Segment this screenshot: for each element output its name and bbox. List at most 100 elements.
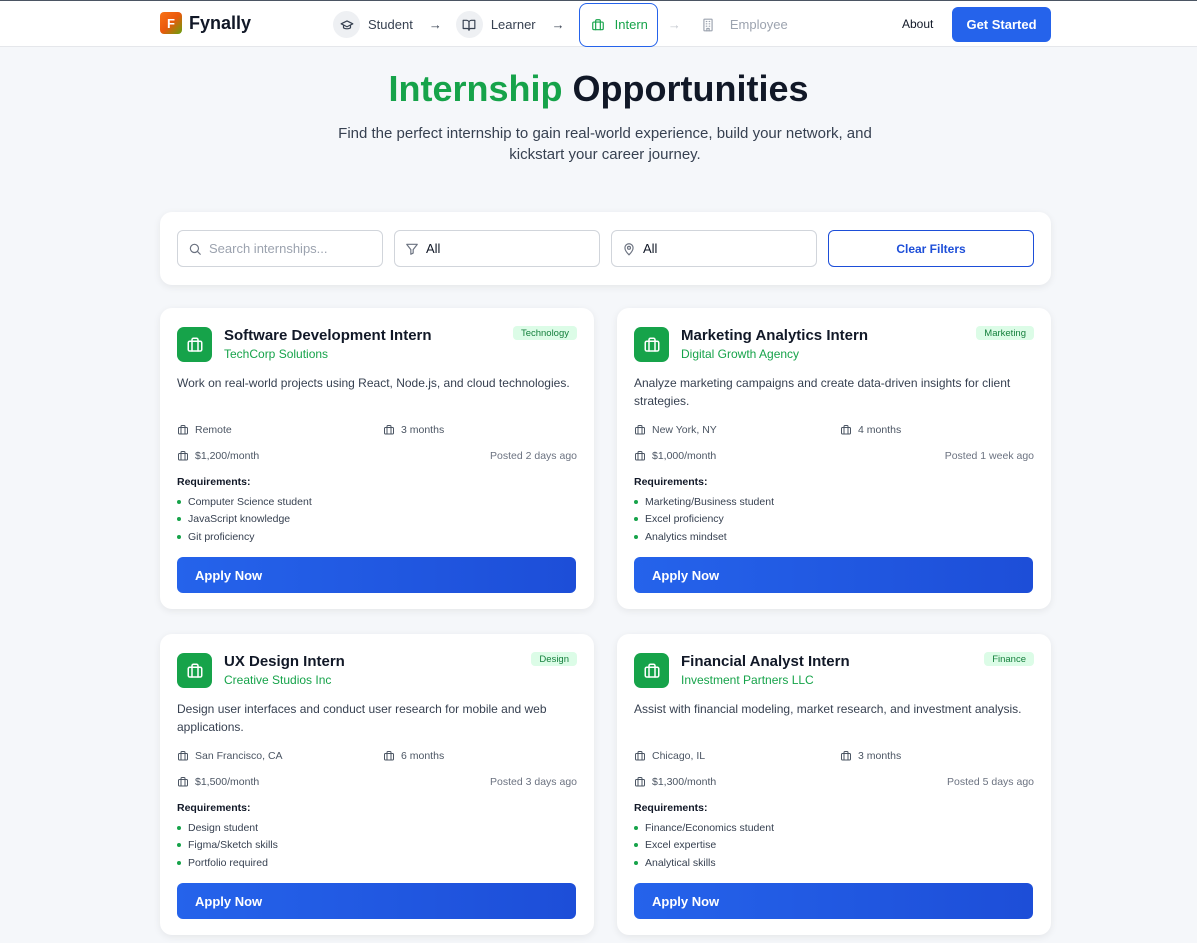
requirements-list: Design student Figma/Sketch skills Portfol… xyxy=(177,819,278,872)
requirement-item: Analytical skills xyxy=(634,854,774,872)
clear-filters-button[interactable]: Clear Filters xyxy=(828,230,1034,267)
duration-info: 4 months xyxy=(840,424,901,436)
graduation-cap-icon xyxy=(333,11,360,38)
company-name: TechCorp Solutions xyxy=(224,347,329,361)
search-placeholder: Search internships... xyxy=(209,241,328,256)
stipend-text: $1,500/month xyxy=(195,776,260,788)
page-title: Internship Opportunities xyxy=(0,68,1197,110)
internship-card: Financial Analyst Intern Investment Part… xyxy=(617,634,1051,935)
brand-logo-mark: F xyxy=(160,12,182,34)
location-info: Chicago, IL xyxy=(634,750,705,762)
page-title-accent: Internship xyxy=(388,68,563,109)
journey-step-label: Employee xyxy=(729,17,788,32)
top-navigation-bar: F Fynally Student → Learner → Intern → E… xyxy=(0,0,1197,47)
requirements-list: Finance/Economics student Excel expertise… xyxy=(634,819,774,872)
brand-name: Fynally xyxy=(189,12,252,33)
briefcase-icon xyxy=(589,11,607,38)
book-open-icon xyxy=(455,11,483,38)
briefcase-icon xyxy=(635,451,645,461)
requirement-item: Git proficiency xyxy=(177,528,312,546)
career-journey-steps: Student → Learner → Intern → Employee xyxy=(333,1,794,48)
briefcase-icon xyxy=(178,451,188,461)
search-input[interactable]: Search internships... xyxy=(177,230,383,267)
stipend-info: $1,000/month xyxy=(634,450,716,462)
requirement-item: Finance/Economics student xyxy=(634,819,774,837)
requirement-item: Design student xyxy=(177,819,278,837)
brand-logo[interactable]: F Fynally xyxy=(160,12,251,34)
posted-date: Posted 5 days ago xyxy=(947,776,1034,788)
about-link[interactable]: About xyxy=(902,17,933,31)
posted-date: Posted 2 days ago xyxy=(490,450,577,462)
journey-step-intern[interactable]: Intern xyxy=(578,2,658,47)
category-filter-select[interactable]: All xyxy=(394,230,600,267)
journey-step-learner[interactable]: Learner xyxy=(455,3,542,47)
requirements-list: Marketing/Business student Excel proficie… xyxy=(634,493,774,546)
posted-date: Posted 3 days ago xyxy=(490,776,577,788)
requirement-item: Computer Science student xyxy=(177,493,312,511)
category-badge: Marketing xyxy=(976,326,1034,340)
arrow-right-icon: → xyxy=(667,17,681,32)
internship-title: Financial Analyst Intern xyxy=(681,653,850,670)
page-subtitle: Find the perfect internship to gain real… xyxy=(338,125,872,163)
stipend-text: $1,000/month xyxy=(652,450,717,462)
location-filter-select[interactable]: All xyxy=(611,230,817,267)
briefcase-icon xyxy=(841,425,851,435)
internship-title: Software Development Intern xyxy=(224,327,432,344)
category-badge: Design xyxy=(531,652,577,666)
duration-text: 4 months xyxy=(858,424,902,436)
filter-panel: Search internships... All All Clear Filt… xyxy=(160,212,1051,285)
requirement-item: Excel expertise xyxy=(634,837,774,855)
apply-now-button[interactable]: Apply Now xyxy=(177,883,576,919)
requirement-item: Excel proficiency xyxy=(634,511,774,529)
duration-info: 3 months xyxy=(840,750,901,762)
journey-step-label: Student xyxy=(368,17,413,32)
location-text: Chicago, IL xyxy=(652,750,706,762)
journey-step-label: Learner xyxy=(490,17,536,32)
company-name: Investment Partners LLC xyxy=(681,673,814,687)
requirements-heading: Requirements: xyxy=(177,476,251,488)
briefcase-icon xyxy=(178,777,188,787)
map-pin-icon xyxy=(624,242,634,256)
briefcase-icon xyxy=(384,751,394,761)
briefcase-icon xyxy=(177,327,212,362)
briefcase-icon xyxy=(635,425,645,435)
apply-now-button[interactable]: Apply Now xyxy=(177,557,576,593)
posted-date: Posted 1 week ago xyxy=(944,450,1034,462)
briefcase-icon xyxy=(841,751,851,761)
requirements-heading: Requirements: xyxy=(634,802,708,814)
duration-text: 6 months xyxy=(401,750,445,762)
location-info: San Francisco, CA xyxy=(177,750,283,762)
duration-text: 3 months xyxy=(401,424,445,436)
building-icon xyxy=(695,11,722,38)
category-filter-value: All xyxy=(426,241,441,256)
duration-info: 3 months xyxy=(383,424,444,436)
apply-now-button[interactable]: Apply Now xyxy=(634,557,1033,593)
location-info: New York, NY xyxy=(634,424,717,436)
company-name: Digital Growth Agency xyxy=(681,347,800,361)
internship-card: Marketing Analytics Intern Digital Growt… xyxy=(617,308,1051,609)
arrow-right-icon: → xyxy=(428,17,442,32)
internship-description: Analyze marketing campaigns and create d… xyxy=(634,376,1011,408)
requirement-item: Portfolio required xyxy=(177,854,278,872)
internship-description: Design user interfaces and conduct user … xyxy=(177,702,547,734)
briefcase-icon xyxy=(634,327,669,362)
get-started-button[interactable]: Get Started xyxy=(952,7,1051,42)
briefcase-icon xyxy=(635,777,645,787)
page-title-rest: Opportunities xyxy=(572,68,809,109)
journey-step-employee[interactable]: Employee xyxy=(695,3,794,47)
internship-title: Marketing Analytics Intern xyxy=(681,327,868,344)
apply-now-button[interactable]: Apply Now xyxy=(634,883,1033,919)
internship-card: Software Development Intern TechCorp Sol… xyxy=(160,308,594,609)
requirement-item: JavaScript knowledge xyxy=(177,511,312,529)
search-icon xyxy=(189,243,201,255)
location-info: Remote xyxy=(177,424,232,436)
requirement-item: Marketing/Business student xyxy=(634,493,774,511)
internship-card: UX Design Intern Creative Studios Inc De… xyxy=(160,634,594,935)
stipend-info: $1,500/month xyxy=(177,776,259,788)
briefcase-icon xyxy=(178,751,188,761)
arrow-right-icon: → xyxy=(551,17,565,32)
location-filter-value: All xyxy=(643,241,658,256)
internship-description: Assist with financial modeling, market r… xyxy=(634,702,1022,716)
briefcase-icon xyxy=(635,751,645,761)
journey-step-student[interactable]: Student xyxy=(333,3,419,47)
